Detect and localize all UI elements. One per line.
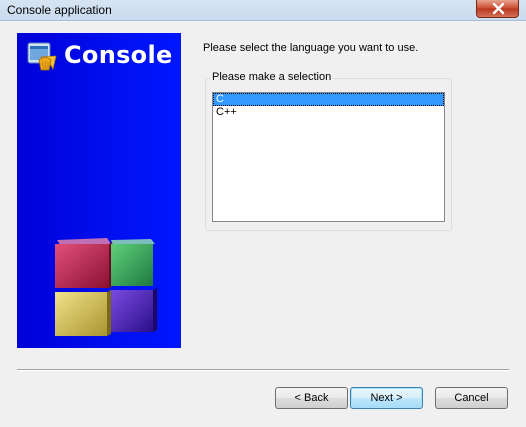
close-button[interactable] — [476, 0, 519, 18]
colored-cubes-graphic — [55, 238, 157, 336]
close-icon — [492, 3, 505, 15]
wizard-window: Console application Console Please selec… — [0, 0, 526, 427]
codeblocks-logo-icon — [27, 42, 57, 71]
banner-title: Console — [64, 41, 173, 69]
next-button[interactable]: Next > — [350, 387, 423, 409]
back-button[interactable]: < Back — [275, 387, 348, 409]
list-item-cpp[interactable]: C++ — [213, 106, 444, 119]
cancel-button[interactable]: Cancel — [435, 387, 508, 409]
selection-group-label: Please make a selection — [210, 71, 334, 83]
wizard-banner: Console — [17, 33, 181, 348]
title-bar[interactable]: Console application — [0, 0, 526, 21]
language-prompt: Please select the language you want to u… — [203, 42, 419, 54]
list-item-c[interactable]: C — [213, 93, 444, 106]
window-title: Console application — [7, 3, 112, 17]
button-separator — [17, 369, 509, 371]
language-listbox[interactable]: C C++ — [212, 92, 445, 222]
